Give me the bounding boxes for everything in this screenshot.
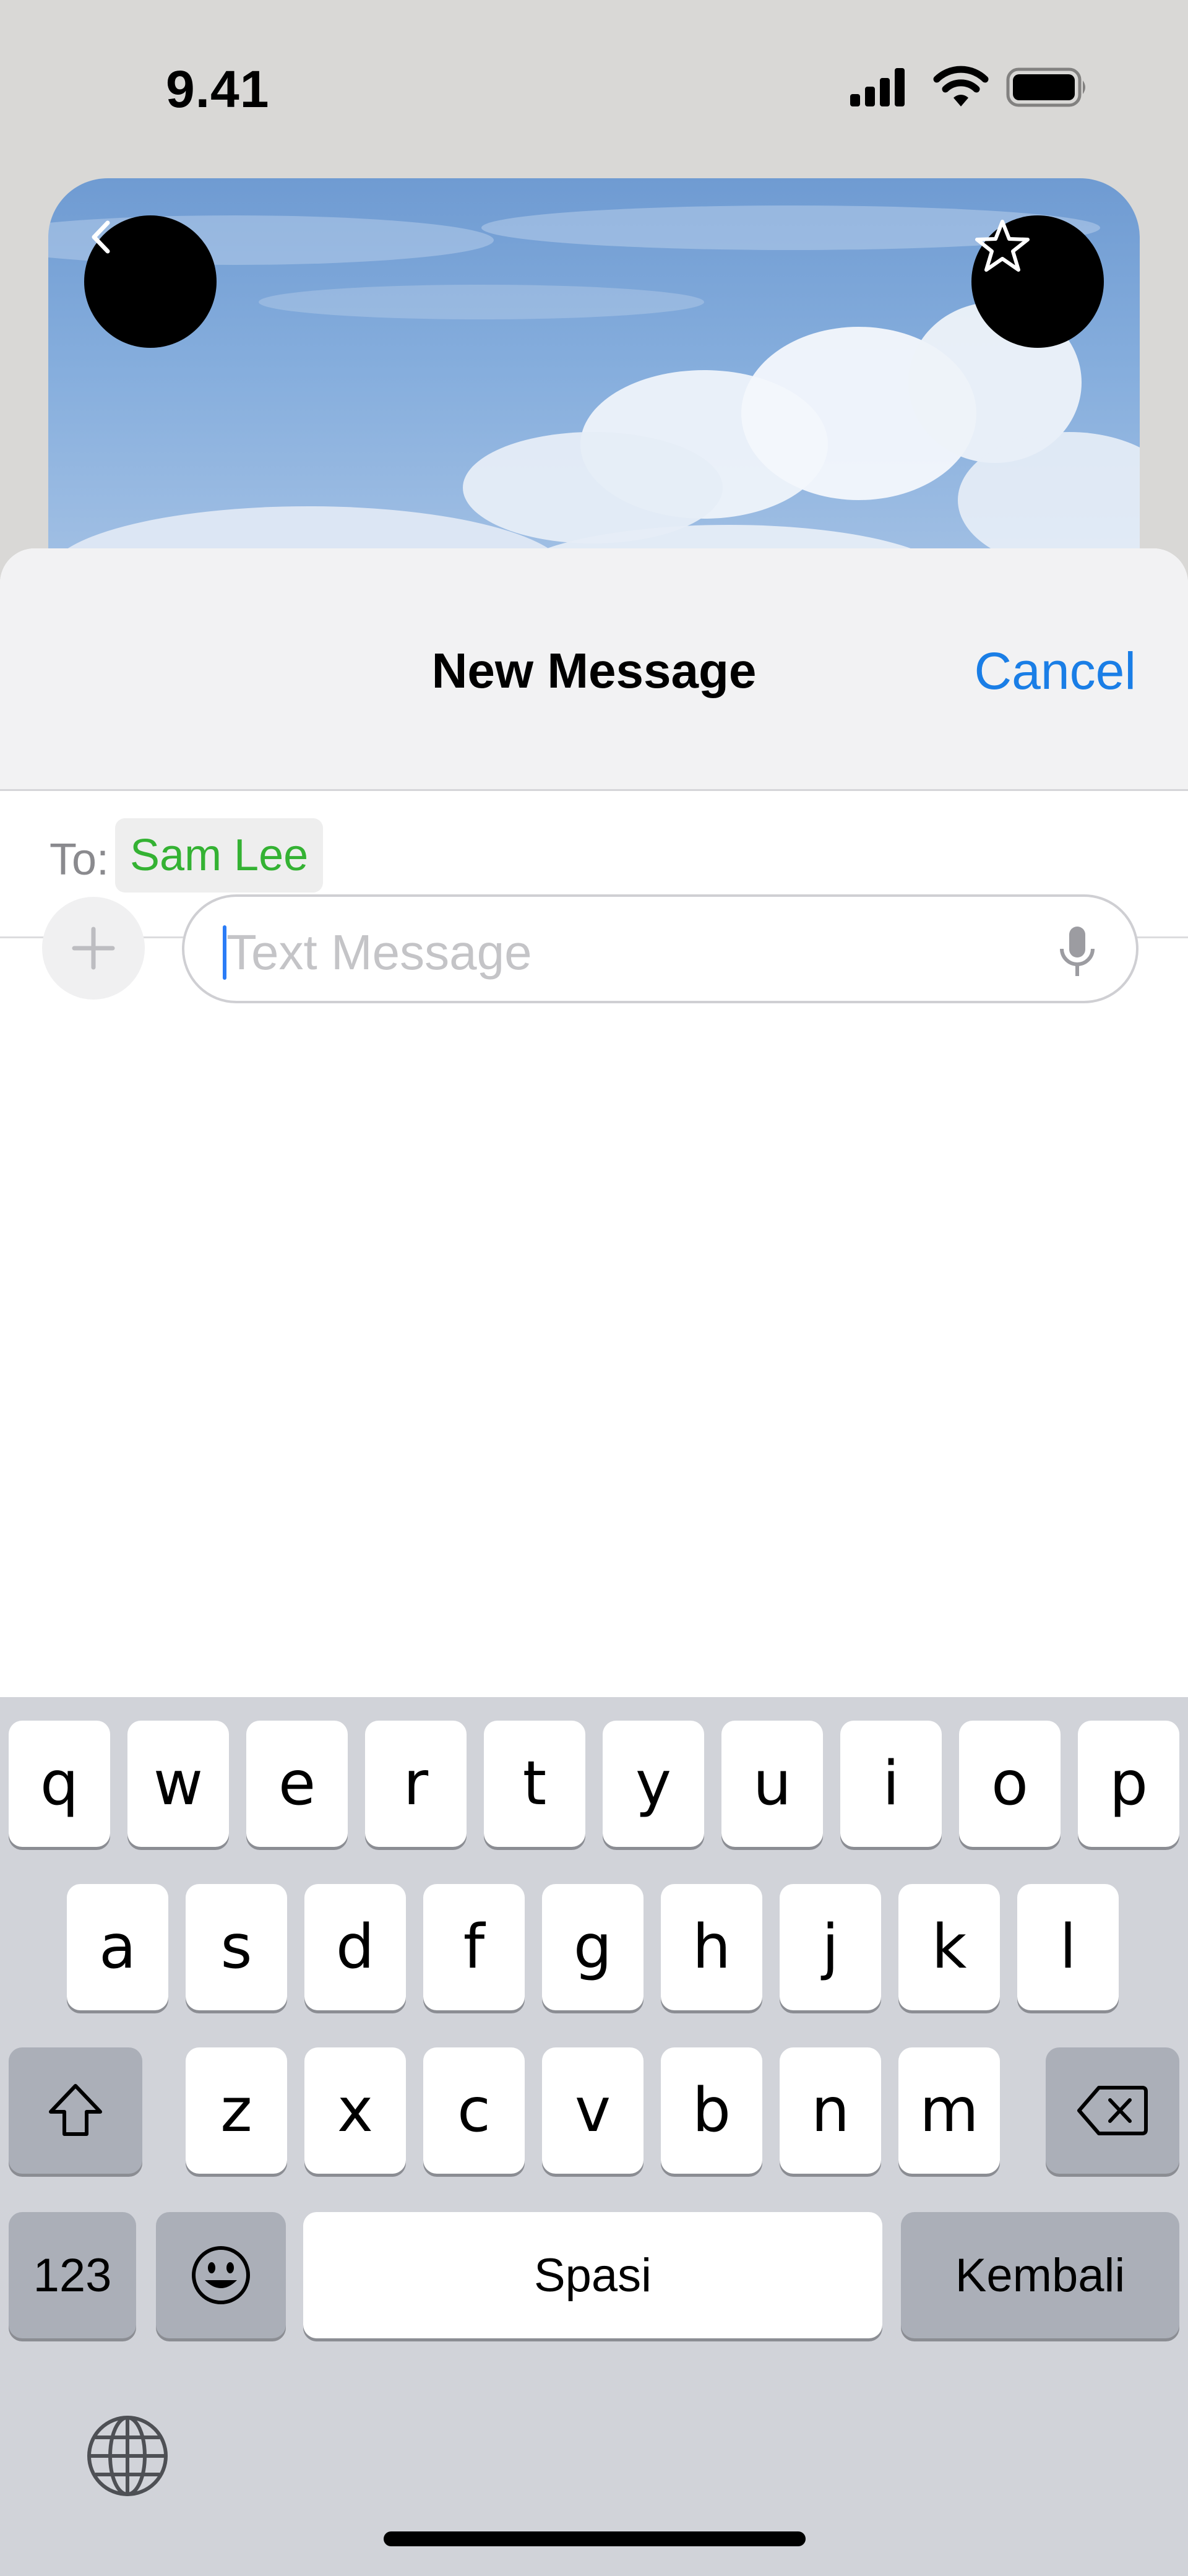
cellular-signal-icon bbox=[850, 68, 905, 106]
microphone-icon[interactable] bbox=[1056, 924, 1099, 980]
key-y[interactable]: y bbox=[603, 1721, 704, 1847]
key-t[interactable]: t bbox=[484, 1721, 585, 1847]
cancel-button[interactable]: Cancel bbox=[975, 641, 1136, 701]
key-o[interactable]: o bbox=[959, 1721, 1061, 1847]
key-d[interactable]: d bbox=[304, 1884, 406, 2010]
key-l[interactable]: l bbox=[1017, 1884, 1119, 2010]
emoji-key[interactable] bbox=[156, 2212, 286, 2338]
key-h[interactable]: h bbox=[661, 1884, 762, 2010]
chevron-left-icon bbox=[92, 220, 110, 254]
key-g[interactable]: g bbox=[542, 1884, 644, 2010]
return-key-label: Kembali bbox=[955, 2249, 1126, 2302]
home-indicator[interactable] bbox=[384, 2531, 806, 2546]
wifi-icon bbox=[933, 66, 989, 106]
key-c[interactable]: c bbox=[423, 2047, 525, 2174]
key-k[interactable]: k bbox=[898, 1884, 1000, 2010]
key-j[interactable]: j bbox=[780, 1884, 881, 2010]
shift-key[interactable] bbox=[9, 2047, 142, 2174]
keyboard: q w e r t y u i o p a s d f g h j k l z … bbox=[0, 1697, 1188, 2576]
space-key-label: Spasi bbox=[533, 2249, 652, 2302]
numbers-key-label: 123 bbox=[33, 2249, 112, 2302]
key-e[interactable]: e bbox=[246, 1721, 348, 1847]
key-a[interactable]: a bbox=[67, 1884, 168, 2010]
status-time: 9.41 bbox=[166, 60, 270, 118]
key-u[interactable]: u bbox=[721, 1721, 823, 1847]
delete-backspace-icon bbox=[1077, 2086, 1148, 2135]
sheet-header: New Message Cancel bbox=[0, 548, 1188, 791]
key-q[interactable]: q bbox=[9, 1721, 110, 1847]
star-icon bbox=[975, 220, 1030, 272]
globe-icon bbox=[87, 2416, 168, 2496]
key-x[interactable]: x bbox=[304, 2047, 406, 2174]
emoji-icon bbox=[192, 2246, 250, 2304]
plus-icon bbox=[72, 927, 115, 970]
key-p[interactable]: p bbox=[1078, 1721, 1179, 1847]
key-s[interactable]: s bbox=[186, 1884, 287, 2010]
key-w[interactable]: w bbox=[127, 1721, 229, 1847]
key-n[interactable]: n bbox=[780, 2047, 881, 2174]
key-r[interactable]: r bbox=[365, 1721, 467, 1847]
key-m[interactable]: m bbox=[898, 2047, 1000, 2174]
back-button[interactable] bbox=[84, 215, 217, 348]
key-f[interactable]: f bbox=[423, 1884, 525, 2010]
key-z[interactable]: z bbox=[186, 2047, 287, 2174]
return-key[interactable]: Kembali bbox=[901, 2212, 1179, 2338]
header-photo-card bbox=[48, 178, 1140, 612]
globe-button[interactable] bbox=[84, 2413, 171, 2499]
add-attachment-button[interactable] bbox=[42, 897, 145, 1000]
favorite-button[interactable] bbox=[971, 215, 1104, 348]
text-message-input[interactable]: Text Message bbox=[182, 894, 1138, 1003]
battery-icon bbox=[1006, 67, 1085, 107]
shift-icon bbox=[49, 2084, 102, 2136]
key-i[interactable]: i bbox=[840, 1721, 942, 1847]
key-v[interactable]: v bbox=[542, 2047, 644, 2174]
key-b[interactable]: b bbox=[661, 2047, 762, 2174]
recipient-chip[interactable]: Sam Lee bbox=[115, 818, 324, 893]
space-key[interactable]: Spasi bbox=[303, 2212, 882, 2338]
delete-key[interactable] bbox=[1046, 2047, 1179, 2174]
to-label: To: bbox=[50, 835, 110, 884]
numbers-key[interactable]: 123 bbox=[9, 2212, 136, 2338]
text-message-placeholder: Text Message bbox=[226, 925, 532, 980]
